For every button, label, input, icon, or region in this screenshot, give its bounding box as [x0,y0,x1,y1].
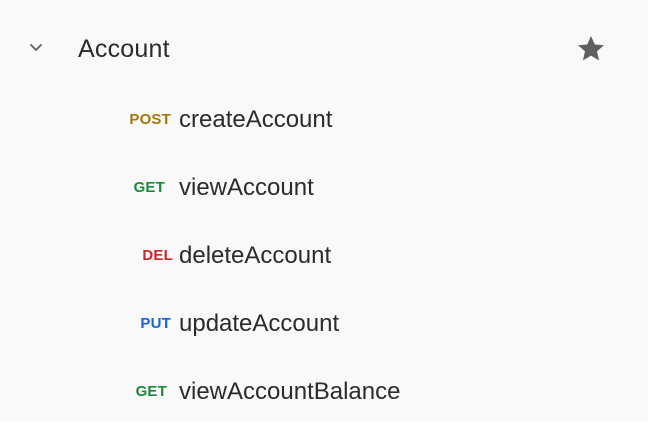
folder-row-account[interactable]: Account [0,18,649,80]
folder-name: Account [78,35,170,63]
request-name: deleteAccount [179,242,332,269]
http-method-badge: POST [129,111,171,128]
chevron-down-icon[interactable] [28,40,44,56]
request-name: viewAccount [179,174,314,201]
request-item-createaccount[interactable]: POST createAccount [0,85,649,153]
request-item-updateaccount[interactable]: PUT updateAccount [0,289,649,357]
http-method-badge: GET [135,383,167,400]
collection-sidebar: Account POST createAccount GET viewAccou… [0,0,649,421]
request-item-viewaccountbalance[interactable]: GET viewAccountBalance [0,357,649,425]
http-method-badge: DEL [142,247,173,264]
request-content: PUT updateAccount [0,299,649,349]
request-content: GET viewAccountBalance [0,367,649,417]
request-item-viewaccount[interactable]: GET viewAccount [0,153,649,221]
request-name: viewAccountBalance [179,378,401,405]
request-content: GET viewAccount [0,163,649,213]
request-name: updateAccount [179,310,340,337]
star-icon[interactable] [575,34,607,64]
request-name: createAccount [179,106,333,133]
http-method-badge: GET [133,179,165,196]
request-content: DEL deleteAccount [0,231,649,281]
http-method-badge: PUT [140,315,171,332]
request-item-deleteaccount[interactable]: DEL deleteAccount [0,221,649,289]
request-list: POST createAccount GET viewAccount DEL d… [0,85,649,425]
request-content: POST createAccount [0,95,649,145]
